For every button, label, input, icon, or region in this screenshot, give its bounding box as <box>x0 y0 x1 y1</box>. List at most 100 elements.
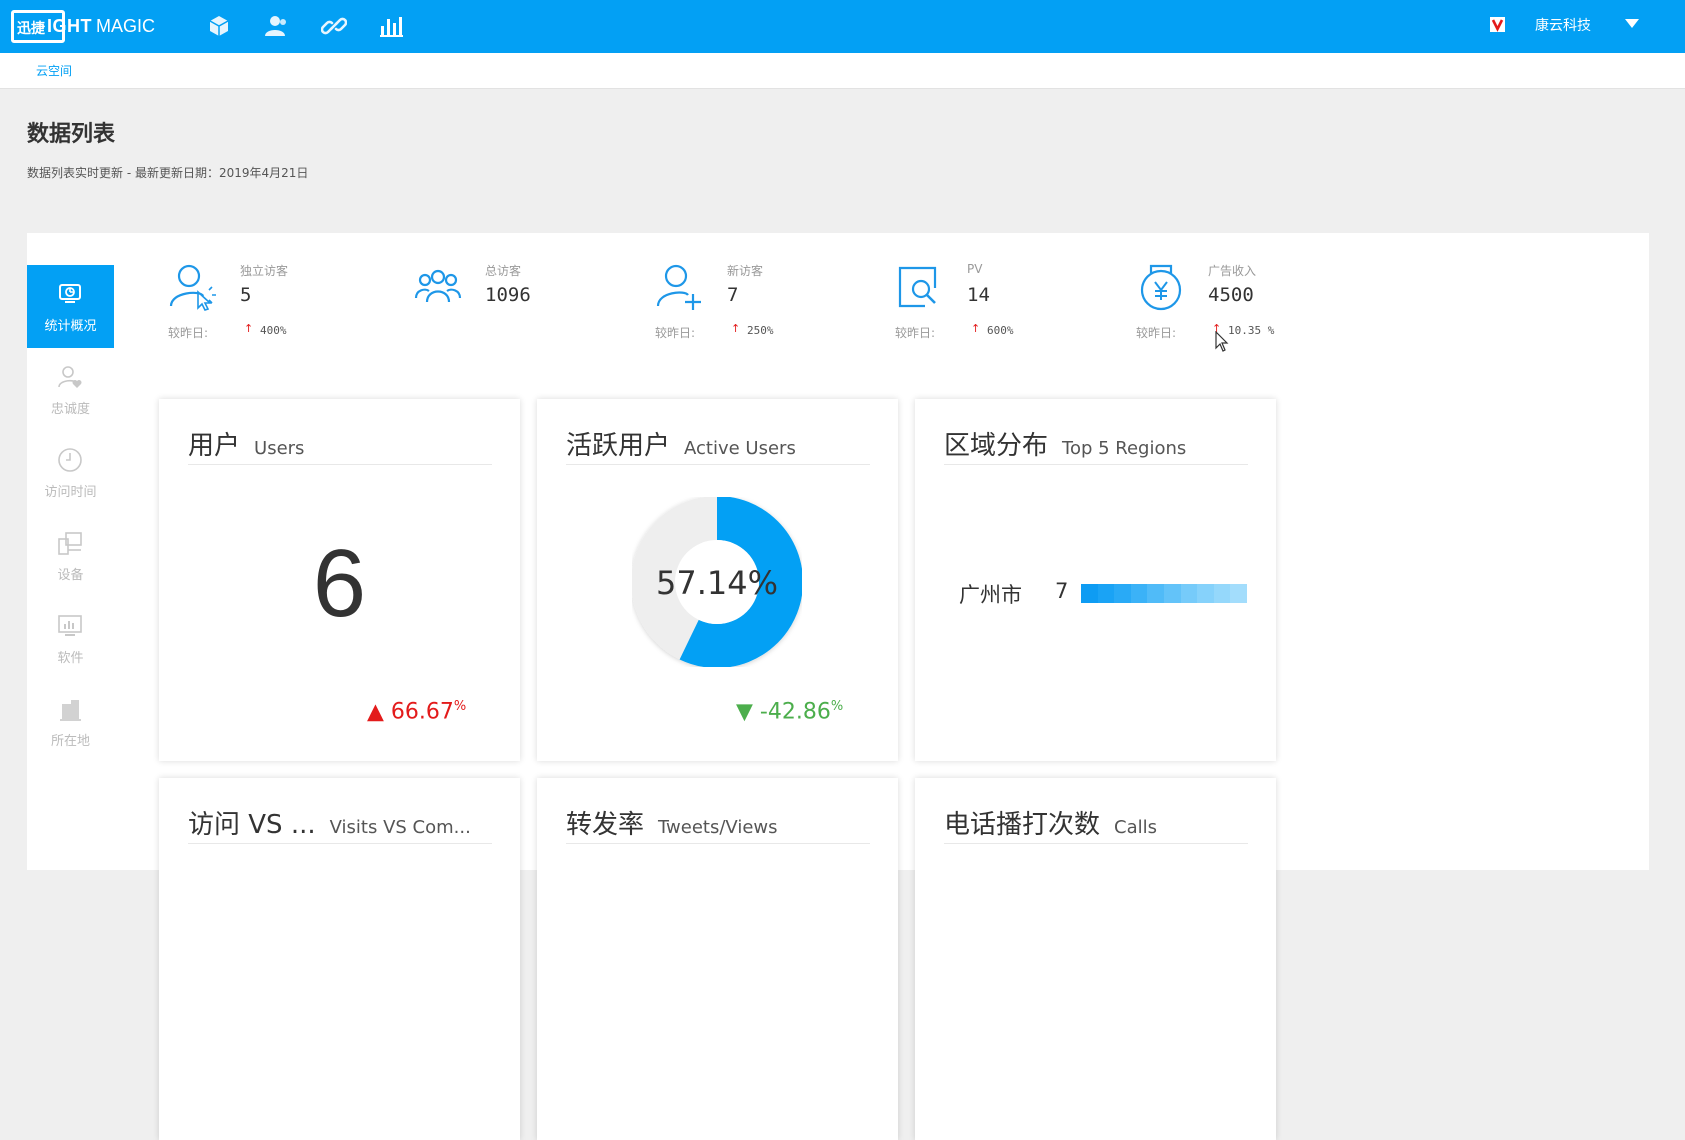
software-icon <box>57 613 83 639</box>
stat-label: 独立访客 <box>240 264 289 278</box>
stat-total-visitors: 总访客 1096 <box>413 262 633 342</box>
stat-compare-label: 较昨日: <box>168 326 209 340</box>
page-subtitle: 数据列表实时更新 - 最新更新日期：2019年4月21日 <box>27 166 309 180</box>
region-name: 广州市 <box>959 583 1022 607</box>
up-arrow-icon: ↑ <box>244 322 254 335</box>
card-title-cn: 电话播打次数 <box>944 810 1101 840</box>
stat-compare-label: 较昨日: <box>655 326 696 340</box>
card-regions: 区域分布 Top 5 Regions 广州市 7 <box>915 399 1276 761</box>
card-header: 访问 VS ... Visits VS Com... <box>188 804 492 844</box>
card-title-en: Top 5 Regions <box>1062 438 1187 459</box>
link-icon[interactable] <box>320 13 348 39</box>
stat-new-visitors: 新访客 7 较昨日: ↑ 250% <box>655 262 875 342</box>
card-tweets: 转发率 Tweets/Views <box>537 778 898 1140</box>
mouse-cursor-icon <box>1215 331 1229 352</box>
card-header: 区域分布 Top 5 Regions <box>944 425 1248 465</box>
sidebar-item-location[interactable]: 所在地 <box>27 680 114 763</box>
breadcrumb-item[interactable]: 云空间 <box>36 62 72 79</box>
bar-chart-icon[interactable] <box>378 13 404 39</box>
stat-label: 新访客 <box>727 264 764 278</box>
delta-value: -42.86 <box>759 699 831 725</box>
card-title-cn: 访问 VS ... <box>188 810 316 840</box>
stat-pct: 250% <box>747 324 774 337</box>
devices-icon <box>57 530 83 556</box>
card-title-cn: 区域分布 <box>944 431 1049 461</box>
stat-compare-label: 较昨日: <box>895 326 936 340</box>
card-header: 活跃用户 Active Users <box>566 425 870 465</box>
sidebar-item-label: 设备 <box>57 568 84 583</box>
triangle-down-icon: ▼ <box>736 699 753 725</box>
page-title: 数据列表 <box>27 122 116 147</box>
user-add-icon <box>655 262 705 312</box>
logo-text-light: IGHT <box>47 16 92 36</box>
monitor-chart-icon <box>57 281 83 307</box>
sidebar-item-label: 所在地 <box>50 734 90 749</box>
active-users-delta: ▼ -42.86% <box>736 699 843 724</box>
users-icon[interactable] <box>262 13 288 39</box>
delta-unit: % <box>453 699 467 714</box>
breadcrumb: 云空间 <box>0 53 1685 89</box>
logo-text-magic: MAGIC <box>96 16 156 36</box>
card-calls: 电话播打次数 Calls <box>915 778 1276 1140</box>
money-bag-icon <box>1136 262 1186 312</box>
card-users: 用户 Users 6 ▲ 66.67% <box>159 399 520 761</box>
users-count: 6 <box>312 530 367 637</box>
sidebar-item-loyalty[interactable]: 忠诚度 <box>27 348 114 431</box>
sidebar-item-label: 访问时间 <box>44 485 97 500</box>
stat-compare-label: 较昨日: <box>1136 326 1177 340</box>
sidebar-item-devices[interactable]: 设备 <box>27 514 114 597</box>
stat-pct: 600% <box>987 324 1014 337</box>
stat-pct: 400% <box>260 324 287 337</box>
up-arrow-icon: ↑ <box>971 322 981 335</box>
company-name[interactable]: 康云科技 <box>1535 15 1591 35</box>
card-header: 转发率 Tweets/Views <box>566 804 870 844</box>
card-title-cn: 活跃用户 <box>566 431 671 461</box>
users-delta: ▲ 66.67% <box>367 699 466 724</box>
card-header: 用户 Users <box>188 425 492 465</box>
region-bar <box>1081 584 1247 603</box>
card-title-en: Visits VS Com... <box>329 817 471 838</box>
card-title-cn: 用户 <box>188 431 241 461</box>
stat-value: 4500 <box>1208 284 1254 306</box>
user-click-icon <box>168 262 218 312</box>
side-nav: 统计概况 忠诚度 访问时间 设备 软件 所在地 <box>27 265 114 763</box>
stat-label: 总访客 <box>485 264 522 278</box>
cube-icon[interactable] <box>206 13 232 39</box>
card-title-en: Users <box>254 438 305 459</box>
sidebar-item-label: 统计概况 <box>44 319 97 334</box>
card-title-en: Active Users <box>684 438 796 459</box>
building-icon <box>57 696 83 722</box>
sidebar-item-overview[interactable]: 统计概况 <box>27 265 114 348</box>
page-search-icon <box>895 262 945 312</box>
stat-value: 1096 <box>485 284 531 306</box>
stat-value: 5 <box>240 284 252 306</box>
group-icon <box>413 262 463 312</box>
stat-label: PV <box>967 262 983 276</box>
chevron-down-icon[interactable] <box>1625 19 1639 28</box>
clock-icon <box>57 447 83 473</box>
region-value: 7 <box>1055 579 1069 603</box>
stat-label: 广告收入 <box>1208 264 1257 278</box>
donut-center-label: 57.14% <box>656 564 778 602</box>
delta-unit: % <box>830 699 844 714</box>
top-navbar: 迅捷 IGHT MAGIC 康云科技 <box>0 0 1685 53</box>
logo-text-cn: 迅捷 <box>17 21 45 37</box>
sidebar-item-software[interactable]: 软件 <box>27 597 114 680</box>
card-visits: 访问 VS ... Visits VS Com... <box>159 778 520 1140</box>
card-title-en: Tweets/Views <box>658 817 778 838</box>
stat-pv: PV 14 较昨日: ↑ 600% <box>895 262 1115 342</box>
stat-pct: 10.35 % <box>1228 324 1275 337</box>
stat-value: 14 <box>967 284 990 306</box>
brand-badge-icon[interactable] <box>1490 17 1505 32</box>
user-heart-icon <box>57 364 83 390</box>
sidebar-item-visit-time[interactable]: 访问时间 <box>27 431 114 514</box>
card-title-cn: 转发率 <box>566 810 645 840</box>
triangle-up-icon: ▲ <box>367 699 384 725</box>
sidebar-item-label: 软件 <box>57 651 84 666</box>
region-row[interactable]: 广州市 7 <box>959 579 1249 609</box>
stat-value: 7 <box>727 284 739 306</box>
card-active-users: 活跃用户 Active Users 57.14% ▼ -42.86% <box>537 399 898 761</box>
stat-unique-visitors: 独立访客 5 较昨日: ↑ 400% <box>168 262 388 342</box>
stat-ad-revenue: 广告收入 4500 较昨日: ↑ 10.35 % <box>1136 262 1356 342</box>
sidebar-item-label: 忠诚度 <box>50 402 90 417</box>
